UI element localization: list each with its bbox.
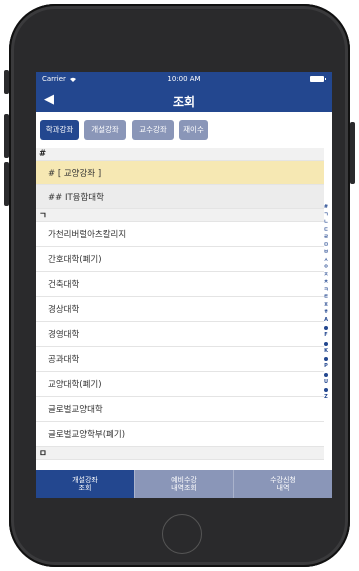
tab-retake[interactable]: 재이수 bbox=[179, 120, 208, 140]
tab-open-courses[interactable]: 개설강좌 bbox=[84, 120, 126, 140]
index-letter[interactable]: ㅊ bbox=[324, 279, 329, 287]
tab-bar: 학과강좌 개설강좌 교수강좌 재이수 bbox=[36, 112, 332, 148]
index-separator-dot bbox=[324, 341, 328, 346]
index-letter[interactable]: ㅁ bbox=[324, 242, 329, 250]
index-letter[interactable]: A bbox=[324, 317, 328, 325]
index-letter[interactable]: ㅋ bbox=[324, 287, 329, 295]
section-header: ㄱ bbox=[36, 209, 324, 222]
pre-registration-lookup-button[interactable]: 예비수강 내역조회 bbox=[134, 470, 233, 498]
index-letter[interactable]: ㅎ bbox=[324, 309, 329, 317]
index-letter[interactable]: U bbox=[324, 379, 328, 387]
button-label-line2: 조회 bbox=[78, 484, 92, 492]
nav-bar: ◀ 조회 bbox=[36, 88, 332, 112]
tab-department-courses[interactable]: 학과강좌 bbox=[40, 120, 79, 140]
home-button[interactable] bbox=[162, 514, 202, 554]
index-letter[interactable]: ㅈ bbox=[324, 272, 329, 280]
index-letter[interactable]: ㄱ bbox=[324, 212, 329, 220]
list-item[interactable]: 공과대학 bbox=[36, 347, 324, 372]
index-letter[interactable]: K bbox=[324, 348, 328, 356]
bottom-bar: 개설강좌 조회 예비수강 내역조회 수강신청 내역 bbox=[36, 470, 332, 498]
list-item[interactable]: 교양대학(폐기) bbox=[36, 372, 324, 397]
index-letter[interactable]: F bbox=[324, 332, 327, 340]
app-screen: Carrier 10:00 AM ◀ 조회 학과강좌 개설강좌 교수강좌 재이수… bbox=[36, 72, 332, 498]
button-label-line1: 개설강좌 bbox=[72, 476, 98, 484]
index-separator-dot bbox=[324, 357, 328, 361]
page-title: 조회 bbox=[172, 95, 196, 109]
list-item[interactable]: 가천리버럴아츠칼리지 bbox=[36, 222, 324, 247]
index-letter[interactable]: # bbox=[324, 204, 328, 212]
index-letter[interactable]: ㅍ bbox=[324, 302, 329, 310]
list-item-liberal-arts[interactable]: # [ 교양강좌 ] bbox=[36, 161, 324, 185]
list-item[interactable]: 경상대학 bbox=[36, 297, 324, 322]
button-label-line1: 수강신청 bbox=[270, 476, 296, 484]
list-item[interactable]: 글로벌교양학부(폐기) bbox=[36, 422, 324, 447]
tab-professor-courses[interactable]: 교수강좌 bbox=[132, 120, 174, 140]
index-letter[interactable]: ㅅ bbox=[324, 257, 329, 265]
index-letter[interactable]: P bbox=[324, 363, 328, 371]
open-course-lookup-button[interactable]: 개설강좌 조회 bbox=[36, 470, 134, 498]
button-label-line2: 내역조회 bbox=[171, 484, 197, 492]
section-index-bar[interactable]: # ㄱㄴㄷㄹㅁㅂㅅㅇㅈㅊㅋㅌㅍㅎ A F K P U Z bbox=[322, 204, 330, 402]
list-item[interactable]: 경영대학 bbox=[36, 322, 324, 347]
registration-history-button[interactable]: 수강신청 내역 bbox=[233, 470, 332, 498]
list-item[interactable]: 건축대학 bbox=[36, 272, 324, 297]
index-separator-dot bbox=[324, 372, 328, 377]
status-bar: Carrier 10:00 AM bbox=[36, 72, 332, 88]
index-letter[interactable]: ㅂ bbox=[324, 249, 329, 257]
list-item-it-convergence[interactable]: ## IT융합대학 bbox=[36, 185, 324, 209]
index-letter[interactable]: ㄴ bbox=[324, 219, 329, 227]
index-letter[interactable]: ㅇ bbox=[324, 264, 329, 272]
index-letter[interactable]: ㅌ bbox=[324, 294, 329, 302]
index-letter[interactable]: Z bbox=[324, 394, 328, 402]
index-letter[interactable]: ㄷ bbox=[324, 227, 329, 235]
power-button bbox=[350, 122, 355, 184]
section-header: ㅁ bbox=[36, 447, 324, 460]
college-list: # # [ 교양강좌 ] ## IT융합대학 ㄱ 가천리버럴아츠칼리지 간호대학… bbox=[36, 148, 324, 468]
index-separator-dot bbox=[324, 388, 328, 392]
button-label-line2: 내역 bbox=[276, 484, 290, 492]
status-time: 10:00 AM bbox=[167, 75, 201, 83]
index-separator-dot bbox=[324, 326, 328, 330]
section-header: # bbox=[36, 148, 324, 161]
index-letter[interactable]: ㄹ bbox=[324, 234, 329, 242]
battery-icon bbox=[310, 76, 326, 82]
list-item[interactable]: 간호대학(폐기) bbox=[36, 247, 324, 272]
list-item[interactable]: 글로벌교양대학 bbox=[36, 397, 324, 422]
button-label-line1: 예비수강 bbox=[171, 476, 197, 484]
